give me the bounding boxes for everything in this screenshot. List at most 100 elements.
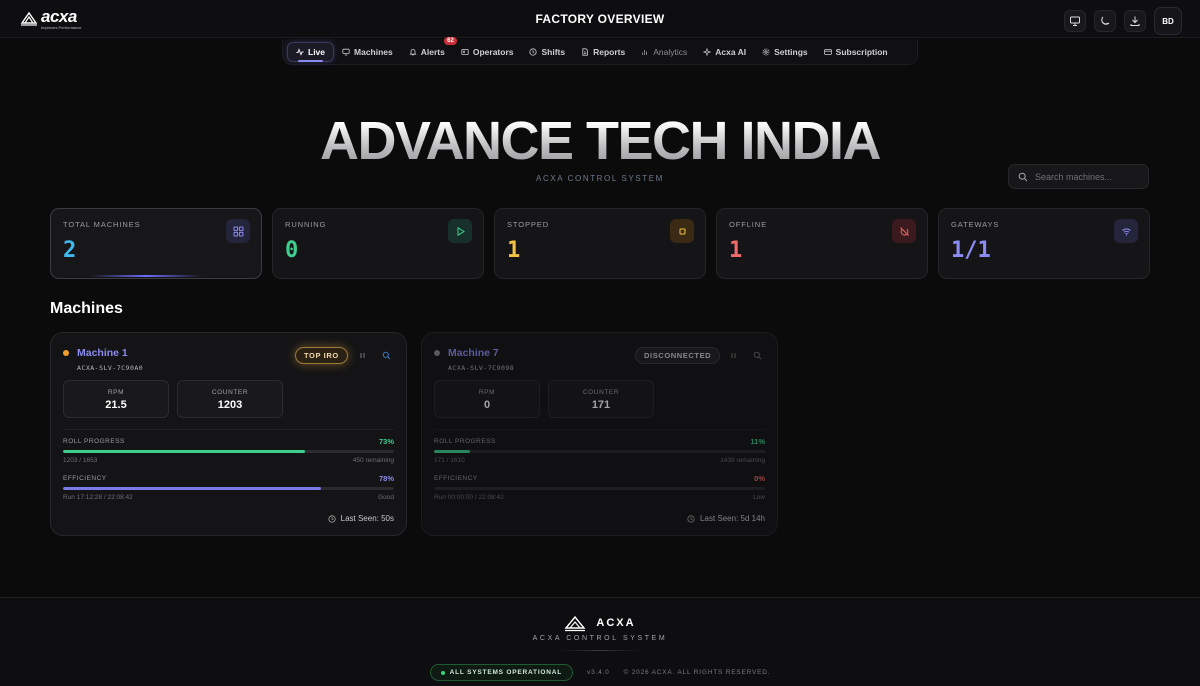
nav-item-label: Subscription [835,46,888,57]
inspect-button[interactable] [752,350,762,360]
stat-offline[interactable]: OFFLINE 1 [716,208,928,279]
display-mode-button[interactable] [1064,10,1086,32]
nav-item-label: Analytics [653,46,688,57]
stat-label: RUNNING [285,220,327,229]
clock-icon [328,514,336,523]
company-title: ADVANCE TECH INDIA [0,110,1200,172]
counter-value: 1203 [217,399,243,411]
nav-item-label: Alerts [420,46,445,57]
pause-icon [360,352,364,358]
divider [63,429,394,430]
app-header: acxa Improves Performance FACTORY OVERVI… [0,0,1200,38]
footer: ACXA ACXA CONTROL SYSTEM ALL SYSTEMS OPE… [0,597,1200,686]
search-icon [1018,172,1028,181]
machine-status-pill: TOP IRO [295,347,348,364]
nav-item-subscription[interactable]: Subscription [816,42,896,62]
rpm-label: RPM [478,389,496,396]
theme-toggle-button[interactable] [1094,10,1116,32]
stop-icon [670,219,694,243]
gear-icon [762,48,770,55]
nav-item-live[interactable]: Live [287,41,335,62]
machine-name[interactable]: Machine 7 [448,347,499,359]
machine-card[interactable]: Machine 7 ACXA-SLV-7C9098 DISCONNECTED R… [421,332,778,536]
stat-value: 0 [285,238,299,263]
efficiency-track [63,487,394,490]
monitor-icon [1070,16,1080,26]
download-button[interactable] [1124,10,1146,32]
inspect-button[interactable] [381,350,391,360]
power-off-icon [892,219,916,243]
last-seen-text: Last Seen: 5d 14h [700,514,765,523]
machine-name[interactable]: Machine 1 [77,347,128,359]
stat-gateways[interactable]: GATEWAYS 1/1 [938,208,1150,279]
counter-label: COUNTER [211,389,249,396]
counter-box: COUNTER 1203 [177,380,283,418]
stat-running[interactable]: RUNNING 0 [272,208,484,279]
stat-total-machines[interactable]: TOTAL MACHINES 2 [50,208,262,279]
nav-item-label: Operators [472,46,514,57]
rpm-value: 0 [483,399,491,411]
last-seen: Last Seen: 50s [328,514,394,523]
machine-status-pill: DISCONNECTED [635,347,721,364]
rpm-label: RPM [107,389,125,396]
play-icon [448,219,472,243]
logo-tagline: Improves Performance [41,25,82,30]
roll-progress-fill [63,450,305,453]
roll-progress-label: ROLL PROGRESS [63,438,125,445]
pulse-icon [296,47,304,56]
nav-item-label: Settings [774,46,808,57]
nav-item-acxa-ai[interactable]: Acxa AI [695,42,754,62]
pause-button[interactable] [728,350,738,360]
stat-stopped[interactable]: STOPPED 1 [494,208,706,279]
pause-button[interactable] [357,350,367,360]
stat-value: 1/1 [951,238,991,263]
pause-icon [731,352,735,358]
nav-item-analytics[interactable]: Analytics [633,42,695,62]
nav-item-label: Machines [354,46,393,57]
counter-box: COUNTER 171 [548,380,654,418]
bell-icon [409,48,417,55]
roll-progress-label: ROLL PROGRESS [434,438,496,445]
roll-progress: ROLL PROGRESS 73% 1203 / 1653 450 remain… [63,437,394,464]
roll-progress-percent: 11% [750,437,765,446]
nav-item-reports[interactable]: Reports [573,42,633,62]
stats-row: TOTAL MACHINES 2 RUNNING 0 STOPPED 1 OFF… [50,208,1150,279]
rpm-box: RPM 0 [434,380,540,418]
nav-item-operators[interactable]: Operators [453,42,522,62]
user-avatar[interactable]: BD [1154,7,1182,35]
nav-item-alerts[interactable]: Alerts 62 [401,36,457,62]
status-dot [434,350,440,356]
roll-progress-track [434,450,765,453]
roll-remaining: 1439 remaining [720,457,765,464]
stat-label: GATEWAYS [951,220,1000,229]
nav-item-settings[interactable]: Settings [754,42,816,62]
stat-value: 1 [729,238,743,263]
efficiency-label: EFFICIENCY [434,475,478,482]
sparkle-icon [703,47,712,56]
roll-count: 1203 / 1653 [63,457,98,464]
clock-icon [687,514,695,523]
system-status-badge: ALL SYSTEMS OPERATIONAL [429,664,574,681]
system-status-text: ALL SYSTEMS OPERATIONAL [449,669,563,676]
version-label: v3.4.0 [587,669,610,676]
stat-label: OFFLINE [729,220,767,229]
nav-item-shifts[interactable]: Shifts [521,42,573,62]
divider [434,429,765,430]
nav-item-machines[interactable]: Machines [334,42,401,62]
roll-progress-track [63,450,394,453]
machine-id: ACXA-SLV-7C9098 [448,364,515,372]
roll-remaining: 450 remaining [352,457,394,464]
counter-label: COUNTER [582,389,620,396]
rpm-value: 21.5 [105,399,127,411]
wifi-icon [1114,219,1138,243]
nav-item-label: Shifts [541,46,566,57]
counter-value: 171 [591,399,611,411]
logo-mark-icon [564,615,586,632]
machine-card[interactable]: Machine 1 ACXA-SLV-7C90A0 TOP IRO RPM 21… [50,332,407,536]
status-dot [440,670,445,675]
machine-search[interactable] [1008,164,1149,189]
moon-icon [1101,16,1110,25]
search-input[interactable] [1035,171,1135,182]
stat-label: STOPPED [507,220,550,229]
efficiency-percent: 0% [754,474,765,483]
